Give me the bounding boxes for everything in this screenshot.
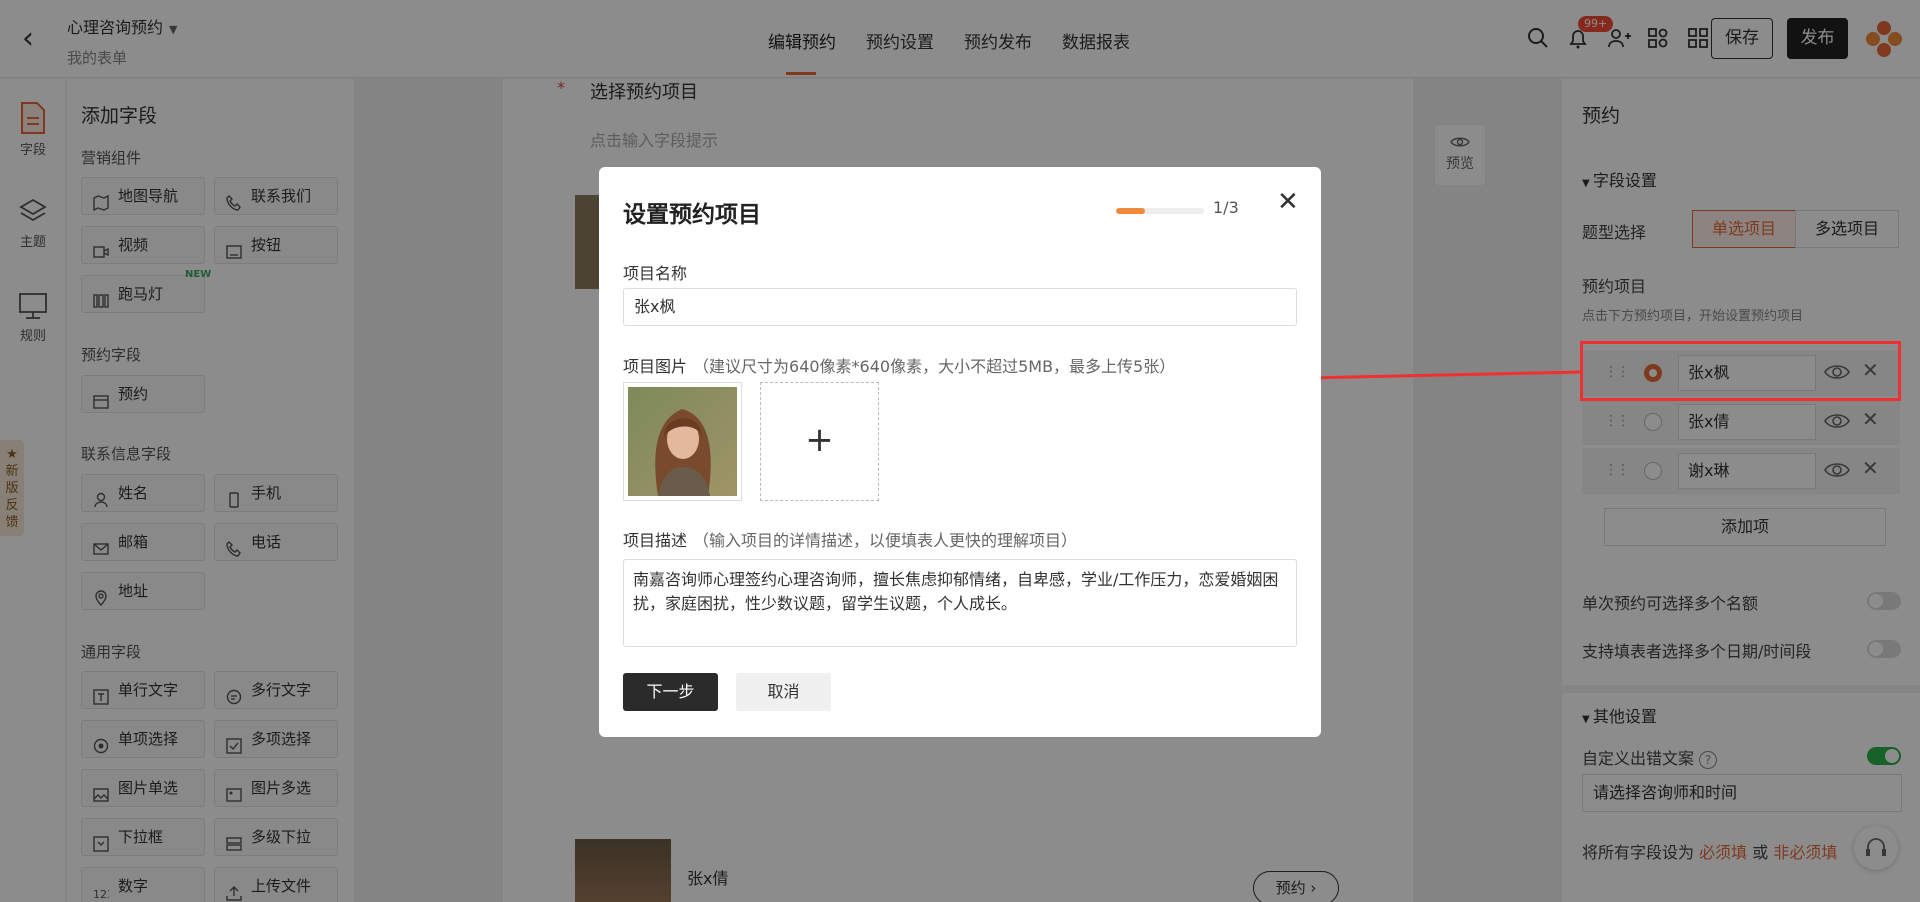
progress-fill	[1116, 208, 1146, 214]
step-indicator: 1/3	[1213, 198, 1239, 217]
uploaded-image[interactable]	[623, 382, 742, 501]
set-item-dialog: 设置预约项目 1/3 ✕ 项目名称 张x枫 项目图片 （建议尺寸为640像素*64…	[599, 167, 1321, 737]
upload-image-button[interactable]: +	[760, 382, 879, 501]
plus-icon: +	[805, 420, 834, 460]
close-icon[interactable]: ✕	[1277, 189, 1299, 215]
dialog-title: 设置预约项目	[623, 202, 761, 228]
highlight-box	[1580, 341, 1901, 401]
item-name-input[interactable]: 张x枫	[623, 288, 1297, 326]
item-description-textarea[interactable]: 南嘉咨询师心理签约心理咨询师，擅长焦虑抑郁情绪，自卑感，学业/工作压力，恋爱婚姻…	[623, 559, 1297, 647]
cancel-button[interactable]: 取消	[736, 673, 831, 711]
next-step-button[interactable]: 下一步	[623, 673, 718, 711]
portrait-image	[628, 387, 737, 496]
annotation-arrow	[1289, 370, 1584, 386]
step-progress	[1116, 208, 1204, 214]
name-label: 项目名称	[623, 264, 688, 283]
image-label: 项目图片 （建议尺寸为640像素*640像素，大小不超过5MB，最多上传5张）	[623, 357, 1176, 376]
desc-label: 项目描述 （输入项目的详情描述，以便填表人更快的理解项目）	[623, 531, 1078, 550]
